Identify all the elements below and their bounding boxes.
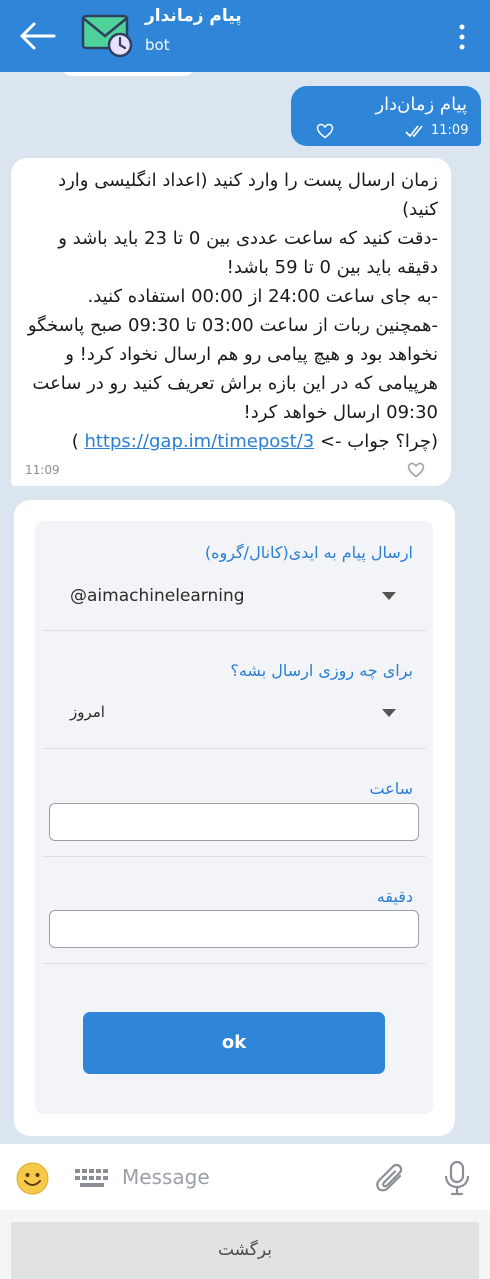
more-vertical-icon[interactable] xyxy=(456,22,468,52)
target-id-select[interactable]: @aimachinelearning xyxy=(42,576,426,616)
minute-input[interactable] xyxy=(49,910,419,948)
target-id-value: @aimachinelearning xyxy=(70,586,245,606)
message-input[interactable] xyxy=(122,1160,362,1194)
divider xyxy=(42,748,426,749)
hour-label: ساعت xyxy=(369,779,413,798)
timepost-link[interactable]: https://gap.im/timepost/3 xyxy=(84,431,314,452)
emoji-icon[interactable] xyxy=(16,1162,49,1195)
message-composer xyxy=(0,1144,490,1210)
day-select[interactable]: امروز xyxy=(42,693,426,733)
divider xyxy=(42,963,426,964)
chat-area[interactable]: پیام زمان‌دار 11:09 زمان ارسال پست را وا… xyxy=(0,72,490,1144)
previous-message-edge xyxy=(62,72,194,76)
heart-icon[interactable] xyxy=(316,123,334,139)
hour-input[interactable] xyxy=(49,803,419,841)
outgoing-message-bubble[interactable]: پیام زمان‌دار 11:09 xyxy=(291,86,481,146)
ok-button[interactable]: ok xyxy=(83,1012,385,1074)
incoming-message-bubble[interactable]: زمان ارسال پست را وارد کنید (اعداد انگلی… xyxy=(11,158,451,486)
chevron-down-icon xyxy=(382,592,396,600)
why-prefix: (چرا؟ جواب -> xyxy=(314,431,438,452)
microphone-icon[interactable] xyxy=(442,1160,472,1196)
bot-form: ارسال پیام به ایدی(کانال/گروه) @aimachin… xyxy=(35,521,433,1114)
arrow-left-icon[interactable] xyxy=(18,20,58,52)
app-header: پیام زماندار bot xyxy=(0,0,490,72)
divider xyxy=(42,856,426,857)
back-keyboard-button[interactable]: برگشت xyxy=(11,1222,479,1279)
divider xyxy=(42,630,426,631)
incoming-message-text: زمان ارسال پست را وارد کنید (اعداد انگلی… xyxy=(18,166,438,456)
incoming-message-time: 11:09 xyxy=(25,463,60,477)
heart-icon[interactable] xyxy=(407,462,425,478)
paperclip-icon[interactable] xyxy=(374,1162,408,1196)
bot-avatar-envelope-clock-icon[interactable] xyxy=(80,12,134,58)
outgoing-message-text: پیام زمان‌دار xyxy=(375,94,467,115)
bot-form-card: ارسال پیام به ایدی(کانال/گروه) @aimachin… xyxy=(14,500,455,1136)
target-id-label: ارسال پیام به ایدی(کانال/گروه) xyxy=(204,543,413,562)
minute-label: دقیقه xyxy=(376,887,413,906)
double-check-icon xyxy=(405,125,423,138)
chat-subtitle: bot xyxy=(145,36,170,54)
outgoing-message-time: 11:09 xyxy=(431,123,469,138)
keyboard-icon[interactable] xyxy=(74,1168,110,1188)
instructions-text: زمان ارسال پست را وارد کنید (اعداد انگلی… xyxy=(27,170,438,423)
chat-title: پیام زماندار xyxy=(145,6,242,26)
chevron-down-icon xyxy=(382,709,396,717)
day-value: امروز xyxy=(70,703,105,721)
day-label: برای چه روزی ارسال بشه؟ xyxy=(230,661,413,680)
why-suffix: ) xyxy=(71,431,85,452)
bot-keyboard: برگشت xyxy=(0,1210,490,1279)
